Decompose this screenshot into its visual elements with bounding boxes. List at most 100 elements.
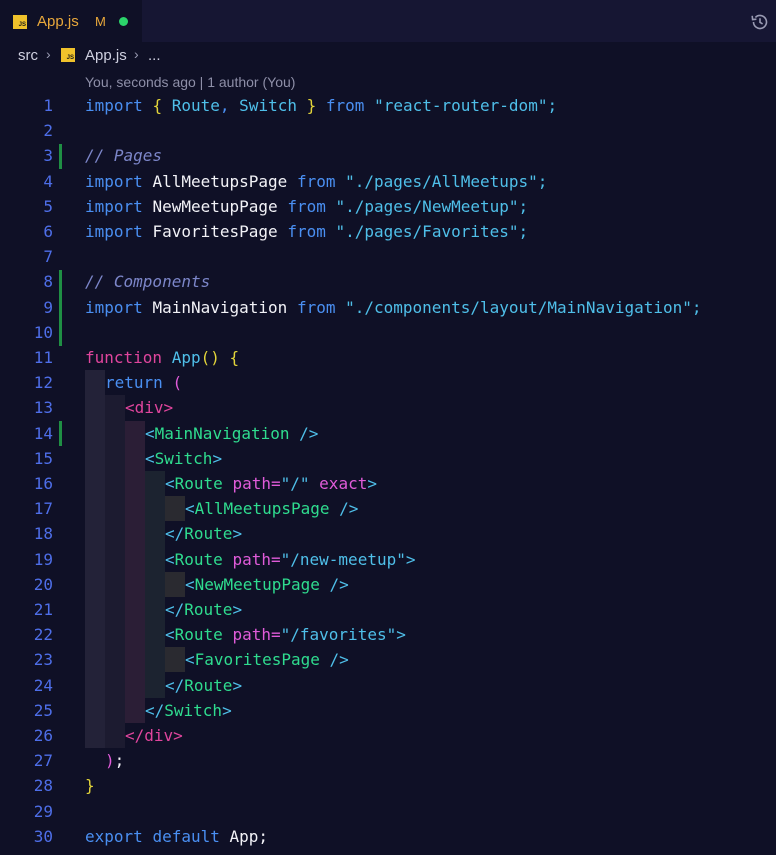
- punct: <: [145, 423, 155, 443]
- breadcrumb-more[interactable]: ...: [148, 47, 161, 64]
- punct: =: [270, 474, 281, 493]
- code-line-9: import MainNavigation from "./components…: [85, 295, 702, 320]
- tag-name: FavoritesPage: [194, 650, 320, 670]
- punct: {: [229, 348, 240, 367]
- line-number: 26: [33, 726, 53, 745]
- line-number: 17: [33, 499, 53, 519]
- line-number: 11: [33, 348, 53, 367]
- punct: ;: [114, 751, 125, 771]
- punct: {: [152, 96, 163, 115]
- code-line-12: return (: [105, 370, 182, 395]
- attribute: path: [232, 549, 271, 569]
- punct: <: [165, 625, 175, 645]
- punct: </: [165, 524, 185, 544]
- line-number: 25: [33, 700, 53, 720]
- code-line-11: function App() {: [85, 345, 239, 370]
- unsaved-dot-icon: [119, 17, 128, 26]
- keyword: from: [296, 297, 336, 317]
- tag-name: Route: [174, 549, 223, 569]
- identifier: App: [229, 826, 259, 846]
- code-line-26: </div>: [125, 723, 183, 748]
- identifier: Switch: [239, 96, 297, 115]
- line-number: 4: [43, 171, 53, 191]
- punct: >: [232, 675, 243, 695]
- breadcrumb-file[interactable]: App.js: [85, 47, 127, 64]
- punct: (: [172, 373, 183, 393]
- code-line-1: import { Route, Switch } from "react-rou…: [85, 93, 557, 118]
- keyword: import: [85, 96, 143, 115]
- code-line-18: </Route>: [165, 521, 242, 546]
- line-number: 20: [33, 574, 53, 594]
- line-number: 30: [33, 826, 53, 846]
- identifier: Route: [171, 96, 220, 115]
- code-line-21: </Route>: [165, 597, 242, 622]
- string: "react-router-dom": [374, 96, 548, 115]
- indent-guide: [85, 370, 105, 748]
- tag-name: Switch: [164, 700, 223, 720]
- added-line-marker: [59, 144, 62, 169]
- keyword: import: [85, 297, 143, 317]
- punct: <: [185, 650, 195, 670]
- identifier: NewMeetupPage: [152, 196, 278, 216]
- code-editor[interactable]: 1 2 3 4 5 6 7 8 9 10 11 12 13 14 15 16 17 18 19 20 21 22 23 24 2…: [0, 93, 776, 855]
- string: "/new-meetup": [280, 549, 406, 569]
- keyword: from: [287, 196, 326, 216]
- punct: ;: [537, 171, 548, 191]
- code-line-13: <div>: [125, 395, 173, 420]
- tag-name: NewMeetupPage: [194, 574, 320, 594]
- keyword: export: [85, 826, 143, 846]
- tag-name: Route: [184, 675, 233, 695]
- code-line-15: <Switch>: [145, 446, 222, 471]
- punct: />: [339, 499, 359, 519]
- chevron-right-icon: ›: [46, 46, 51, 62]
- punct: ;: [258, 826, 269, 846]
- line-number: 29: [33, 801, 53, 821]
- code-line-22: <Route path="/favorites">: [165, 622, 406, 647]
- punct: </: [145, 700, 165, 720]
- punct: </: [165, 600, 185, 619]
- indent-guide: [105, 395, 125, 748]
- string: "/": [280, 474, 310, 493]
- punct: >: [212, 448, 223, 468]
- keyword: import: [85, 222, 143, 241]
- punct: />: [299, 423, 319, 443]
- history-icon[interactable]: [749, 11, 771, 33]
- punct: />: [329, 650, 349, 670]
- line-number: 12: [33, 373, 53, 393]
- punct: ): [105, 751, 115, 771]
- tag-name: Switch: [154, 448, 213, 468]
- indent-guide: [165, 496, 185, 521]
- identifier: AllMeetupsPage: [152, 171, 288, 191]
- identifier: FavoritesPage: [152, 222, 278, 241]
- punct: <: [125, 398, 135, 418]
- breadcrumb-folder[interactable]: src: [18, 47, 38, 64]
- punct: >: [222, 700, 232, 720]
- code-line-5: import NewMeetupPage from "./pages/NewMe…: [85, 194, 528, 219]
- code-line-3: // Pages: [85, 146, 163, 166]
- punct: ;: [518, 196, 529, 216]
- git-blame-annotation[interactable]: You, seconds ago | 1 author (You): [85, 74, 295, 90]
- punct: <: [185, 574, 195, 594]
- code-line-27: );: [105, 748, 124, 773]
- punct: <: [185, 499, 195, 519]
- punct: >: [396, 625, 406, 645]
- keyword: import: [85, 196, 143, 216]
- tag-name: Route: [184, 600, 233, 619]
- punct: ;: [547, 96, 558, 115]
- js-file-icon: JS: [61, 48, 75, 62]
- punct: >: [232, 600, 243, 619]
- tag-name: Route: [174, 474, 223, 493]
- punct: />: [329, 574, 349, 594]
- punct: </: [125, 726, 145, 745]
- added-line-marker: [59, 421, 62, 446]
- keyword: from: [325, 96, 365, 115]
- keyword: default: [152, 826, 220, 846]
- tab-app-js[interactable]: JS App.js M: [0, 0, 142, 43]
- string: "./components/layout/MainNavigation": [345, 297, 692, 317]
- identifier: MainNavigation: [152, 297, 288, 317]
- tag-name: MainNavigation: [154, 423, 290, 443]
- line-number: 1: [43, 96, 53, 115]
- modified-indicator: M: [95, 14, 106, 29]
- punct: }: [306, 96, 317, 115]
- punct: =: [270, 549, 281, 569]
